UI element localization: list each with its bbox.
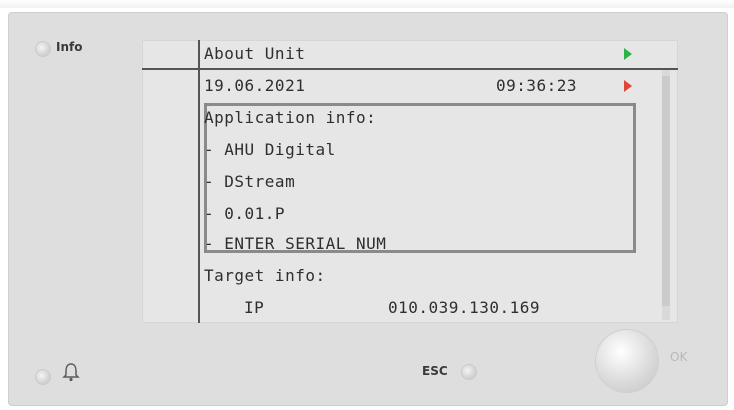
application-item: - 0.01.P: [204, 204, 286, 223]
application-heading: Application info:: [204, 108, 377, 127]
application-item: - AHU Digital: [204, 140, 336, 159]
date-value: 19.06.2021: [204, 76, 306, 95]
ok-knob[interactable]: [596, 330, 658, 392]
info-led[interactable]: [36, 42, 50, 56]
esc-led[interactable]: [462, 365, 476, 379]
application-item: - ENTER SERIAL NUM: [204, 234, 387, 253]
esc-button-label[interactable]: ESC: [422, 364, 448, 378]
bell-icon[interactable]: [62, 362, 80, 382]
ok-label: OK: [670, 350, 688, 364]
screen-title: About Unit: [204, 44, 306, 63]
scrollbar[interactable]: [662, 70, 670, 320]
time-arrow-icon[interactable]: [624, 80, 632, 92]
ip-value: 010.039.130.169: [388, 298, 540, 317]
header-divider: [142, 68, 678, 70]
target-heading: Target info:: [204, 266, 326, 285]
ip-label: IP: [244, 298, 265, 317]
application-item: - DStream: [204, 172, 296, 191]
screen-left-rule: [198, 40, 200, 323]
top-edge: [0, 0, 734, 8]
header-arrow-icon[interactable]: [624, 48, 632, 60]
info-button-label[interactable]: Info: [56, 40, 82, 54]
time-value: 09:36:23: [496, 76, 578, 95]
scrollbar-thumb[interactable]: [662, 76, 670, 306]
bell-led[interactable]: [36, 370, 50, 384]
lcd-screen: About Unit 19.06.2021 09:36:23 Applicati…: [142, 40, 678, 323]
